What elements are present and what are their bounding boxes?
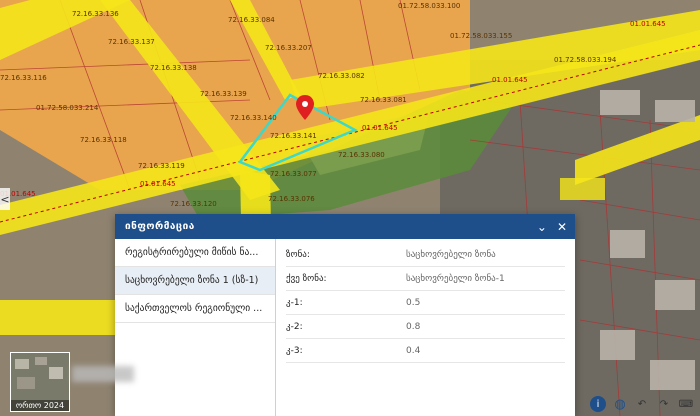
basemap-switcher[interactable]: ორთო 2024 bbox=[10, 352, 70, 412]
map-toolbar: i ◍ ↶ ↷ ⌨ bbox=[590, 396, 694, 412]
parcel-label: 72.16.33.118 bbox=[80, 136, 127, 144]
attribute-value: 0.5 bbox=[406, 297, 421, 308]
attribute-row: კ-1: 0.5 bbox=[286, 291, 565, 315]
road-label: 01.01.645 bbox=[630, 20, 666, 28]
undo-icon[interactable]: ↶ bbox=[634, 396, 650, 412]
parcel-label: 72.16.33.080 bbox=[338, 151, 385, 159]
attribute-value: საცხოვრებელი ზონა bbox=[406, 249, 496, 260]
parcel-label: 72.16.33.082 bbox=[318, 72, 365, 80]
parcel-label: 72.16.33.141 bbox=[270, 132, 317, 140]
parcel-label: 72.16.33.137 bbox=[108, 38, 155, 46]
attribute-row: ზონა: საცხოვრებელი ზონა bbox=[286, 243, 565, 267]
parcel-label: 72.16.33.139 bbox=[200, 90, 247, 98]
layer-item-land-parcel[interactable]: რეგისტრირებული მიწის ნა... bbox=[115, 239, 275, 267]
parcel-label: 72.16.33.136 bbox=[72, 10, 119, 18]
attribute-table: ზონა: საცხოვრებელი ზონა ქვე ზონა: საცხოვ… bbox=[276, 239, 575, 416]
attribute-key: კ-1: bbox=[286, 297, 303, 308]
keyboard-icon[interactable]: ⌨ bbox=[678, 396, 694, 412]
attribute-row: ქვე ზონა: საცხოვრებელი ზონა-1 bbox=[286, 267, 565, 291]
parcel-label: 72.16.33.116 bbox=[0, 74, 47, 82]
attribute-value: საცხოვრებელი ზონა-1 bbox=[406, 273, 505, 284]
road-label: 01.01.645 bbox=[362, 124, 398, 132]
basemap-label: ორთო 2024 bbox=[11, 400, 69, 411]
attribute-key: კ-3: bbox=[286, 345, 303, 356]
attribute-value: 0.8 bbox=[406, 321, 421, 332]
parcel-label: 01.72.58.033.214 bbox=[36, 104, 99, 112]
parcel-label: 72.16.33.081 bbox=[360, 96, 407, 104]
collapse-arrow-icon[interactable]: < bbox=[0, 188, 10, 210]
attribute-row: კ-3: 0.4 bbox=[286, 339, 565, 363]
panel-title: ინფორმაცია bbox=[125, 221, 195, 232]
parcel-label: 72.16.33.140 bbox=[230, 114, 277, 122]
parcel-label: 01.72.58.033.194 bbox=[554, 56, 617, 64]
layer-item-regional[interactable]: საქართველოს რეგიონული ... bbox=[115, 295, 275, 323]
parcel-label: 72.16.33.084 bbox=[228, 16, 275, 24]
close-icon[interactable]: ✕ bbox=[557, 220, 567, 234]
parcel-label: 72.16.33.207 bbox=[265, 44, 312, 52]
layer-item-residential-zone[interactable]: საცხოვრებელი ზონა 1 (სზ-1) bbox=[115, 267, 275, 295]
panel-controls: ⌄ ✕ bbox=[537, 220, 567, 234]
parcel-label: 01.72.58.033.155 bbox=[450, 32, 513, 40]
attribute-key: ქვე ზონა: bbox=[286, 273, 327, 284]
panel-body: რეგისტრირებული მიწის ნა... საცხოვრებელი … bbox=[115, 239, 575, 416]
attribute-key: ზონა: bbox=[286, 249, 310, 260]
attribute-value: 0.4 bbox=[406, 345, 421, 356]
blurred-region bbox=[72, 366, 134, 382]
info-icon[interactable]: i bbox=[590, 396, 606, 412]
redo-icon[interactable]: ↷ bbox=[656, 396, 672, 412]
globe-icon[interactable]: ◍ bbox=[612, 396, 628, 412]
layer-list: რეგისტრირებული მიწის ნა... საცხოვრებელი … bbox=[115, 239, 276, 416]
info-panel-header: ინფორმაცია ⌄ ✕ bbox=[115, 214, 575, 239]
parcel-label: 72.16.33.138 bbox=[150, 64, 197, 72]
minimize-icon[interactable]: ⌄ bbox=[537, 220, 547, 234]
info-panel: ინფორმაცია ⌄ ✕ რეგისტრირებული მიწის ნა..… bbox=[115, 214, 575, 416]
attribute-key: კ-2: bbox=[286, 321, 303, 332]
parcel-label: 72.16.33.119 bbox=[138, 162, 185, 170]
road-label: 01.01.645 bbox=[492, 76, 528, 84]
parcel-label: 01.72.58.033.100 bbox=[398, 2, 461, 10]
attribute-row: კ-2: 0.8 bbox=[286, 315, 565, 339]
parcel-label: 72.16.33.077 bbox=[270, 170, 317, 178]
parcel-label: 72.16.33.076 bbox=[268, 195, 315, 203]
parcel-label: 72.16.33.120 bbox=[170, 200, 217, 208]
road-label: 01.01.645 bbox=[140, 180, 176, 188]
